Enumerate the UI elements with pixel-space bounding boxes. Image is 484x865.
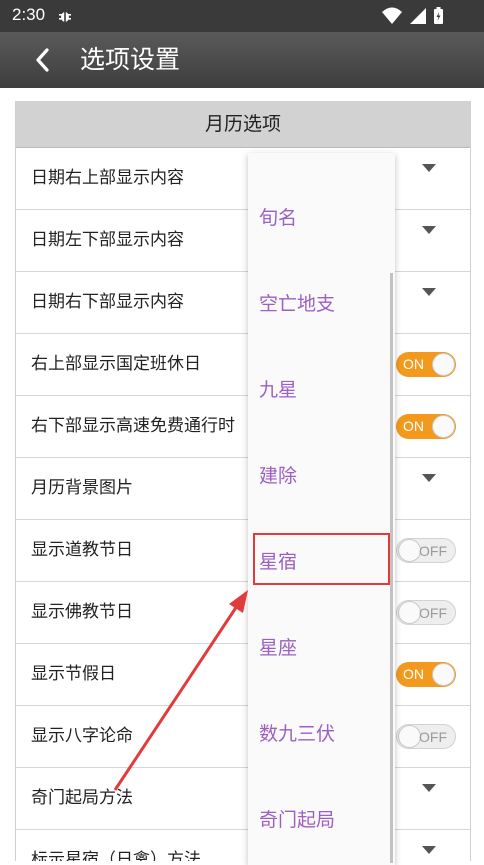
annotation-arrow-icon xyxy=(113,590,248,791)
